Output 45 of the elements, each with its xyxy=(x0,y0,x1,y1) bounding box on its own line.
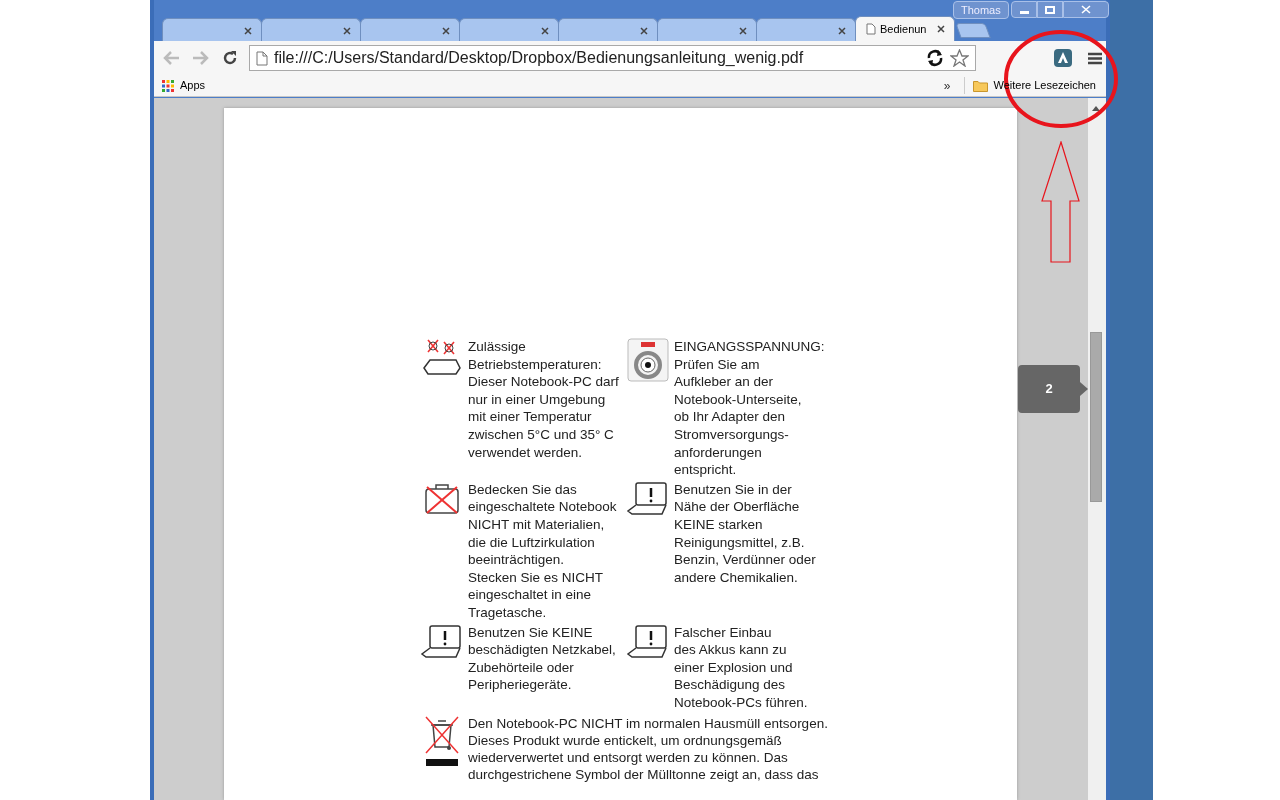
close-icon xyxy=(1081,5,1091,14)
bookmarks-overflow[interactable]: » xyxy=(943,76,951,95)
tab-title: Bedienun xyxy=(880,21,927,37)
maximize-icon xyxy=(1045,5,1055,14)
minimize-button[interactable] xyxy=(1011,1,1037,18)
minimize-icon xyxy=(1019,11,1029,14)
safety-instruction: Benutzen Sie KEINE beschädigten Netzkabel, Zubehörteile oder Peripheriegeräte. xyxy=(468,623,616,695)
close-icon[interactable] xyxy=(739,27,747,35)
maximize-button[interactable] xyxy=(1037,1,1063,18)
apps-bookmark[interactable]: Apps xyxy=(162,77,206,94)
close-icon[interactable] xyxy=(541,27,549,35)
sync-icon[interactable] xyxy=(926,49,944,67)
safety-instruction: Bedecken Sie das eingeschaltete Notebook NICHT mit Materialien, die die Luftzirkulation beeinträchtigen. Stecken Sie es NICHT eingeschaltet in eine Tragetasche. xyxy=(468,480,617,622)
laptop-warning-icon xyxy=(626,480,670,515)
extension-icon[interactable] xyxy=(1054,49,1072,67)
apps-grid-icon xyxy=(162,79,174,92)
menu-icon[interactable] xyxy=(1088,51,1102,65)
tooltip-pointer-icon xyxy=(1080,382,1088,396)
address-bar[interactable]: file:///C:/Users/Standard/Desktop/Dropbox/Bedienungsanleitung_wenig.pdf xyxy=(249,45,976,71)
close-icon[interactable] xyxy=(640,27,648,35)
reload-icon[interactable] xyxy=(222,50,238,66)
page-number-tooltip: 2 xyxy=(1018,365,1080,413)
temperature-warning-icon xyxy=(420,338,464,378)
page-icon xyxy=(866,23,876,35)
laptop-warning-icon xyxy=(420,623,464,658)
star-icon[interactable] xyxy=(950,49,969,67)
scrollbar-thumb[interactable] xyxy=(1090,332,1102,502)
close-icon[interactable] xyxy=(343,27,351,35)
url-text: file:///C:/Users/Standard/Desktop/Dropbox/Bedienungsanleitung_wenig.pdf xyxy=(274,48,805,68)
laptop-warning-icon xyxy=(626,623,670,658)
safety-instruction: Falscher Einbau des Akkus kann zu einer Explosion und Beschädigung des Notebook-PCs führen. xyxy=(674,623,808,712)
close-icon[interactable] xyxy=(937,25,945,33)
close-button[interactable] xyxy=(1063,1,1109,18)
close-icon[interactable] xyxy=(838,27,846,35)
power-input-icon xyxy=(627,338,669,382)
safety-instruction: EINGANGSSPANNUNG: Prüfen Sie am Aufkleber an der Notebook-Unterseite, ob Ihr Adapter den Stromversorgungs- anforderungen entspricht. xyxy=(674,338,825,479)
close-icon[interactable] xyxy=(442,27,450,35)
safety-instruction: Benutzen Sie in der Nähe der Oberfläche KEINE starken Reinigungsmittel, z.B. Benzin, Verdünner oder andere Chemikalien. xyxy=(674,480,816,587)
close-icon[interactable] xyxy=(244,27,252,35)
folder-icon xyxy=(973,79,989,92)
page-icon xyxy=(256,50,268,66)
browser-tab[interactable]: Bedienun xyxy=(855,16,955,41)
safety-instruction: Den Notebook-PC NICHT im normalen Hausmüll entsorgen. Dieses Produkt wurde entickelt, um ordnungsgemäß wiederverwertet und entsorgt werden zu können. Das durchgestrichene Symbol der Mülltonne zeigt an, dass das xyxy=(468,715,828,784)
scroll-up-arrow-icon[interactable] xyxy=(1092,106,1100,111)
safety-instruction: Zulässige Betriebstemperaturen: Dieser Notebook-PC darf nur in einer Umgebung mit einer Temperatur zwischen 5°C und 35° C verwendet werden. xyxy=(468,338,619,462)
